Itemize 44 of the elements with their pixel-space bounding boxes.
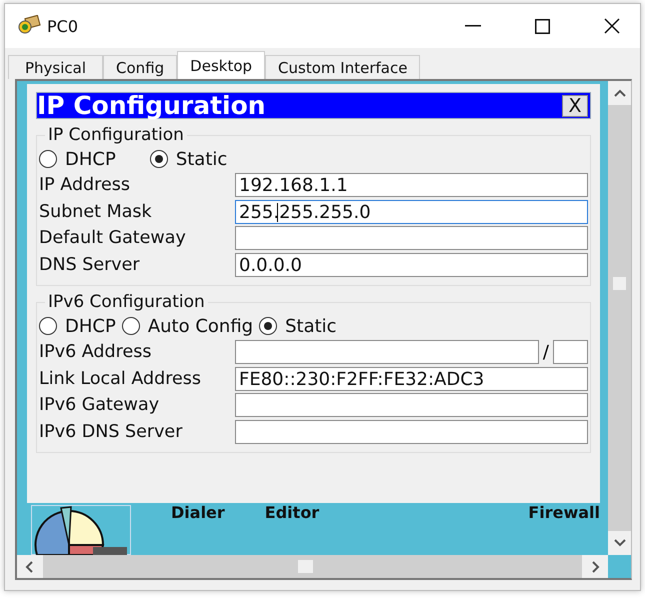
scroll-thumb[interactable] <box>298 560 313 573</box>
field-label: IPv6 DNS Server <box>39 422 184 442</box>
group-title: IPv6 Configuration <box>45 292 208 312</box>
field-label: DNS Server <box>39 254 141 275</box>
input-field[interactable]: 0.0.0.0 <box>235 252 588 277</box>
group-title: IP Configuration <box>45 125 187 145</box>
scroll-up-icon[interactable] <box>614 89 626 97</box>
input-field[interactable]: FE80::230:F2FF:FE32:ADC3 <box>235 366 588 391</box>
tab[interactable]: Custom Interface <box>265 55 420 79</box>
minimize-icon[interactable] <box>465 25 481 27</box>
close-button[interactable]: X <box>562 94 588 116</box>
dialog-title: IP Configuration <box>37 93 266 118</box>
scroll-right-icon[interactable] <box>592 560 600 572</box>
field-label: Default Gateway <box>39 228 187 248</box>
window-title: PC0 <box>47 16 78 36</box>
radio-option[interactable]: DHCP <box>39 148 116 170</box>
field-label: IPv6 Address <box>39 342 152 362</box>
separator-text: / <box>542 342 549 363</box>
maximize-icon[interactable] <box>535 18 550 34</box>
tab[interactable]: Config <box>103 55 178 79</box>
radio-option[interactable]: DHCP <box>39 316 116 336</box>
radio-option[interactable]: Auto Config <box>122 316 254 336</box>
scroll-left-icon[interactable] <box>25 560 33 572</box>
input-field[interactable] <box>235 420 588 444</box>
pie-chart-icon[interactable] <box>31 505 131 555</box>
field-label: Subnet Mask <box>39 202 153 222</box>
input-field[interactable] <box>235 226 588 250</box>
input-field[interactable]: 192.168.1.1 <box>235 173 588 198</box>
scroll-thumb[interactable] <box>613 277 626 290</box>
tab[interactable]: Physical <box>8 55 104 79</box>
field-label: IP Address <box>39 175 131 196</box>
close-icon[interactable] <box>604 18 620 34</box>
field-label: IPv6 Gateway <box>39 395 160 416</box>
tab[interactable]: Desktop <box>177 51 266 79</box>
input-field[interactable] <box>235 393 588 418</box>
scroll-down-icon[interactable] <box>614 539 626 547</box>
radio-option[interactable]: Static <box>259 316 337 336</box>
app-label[interactable]: Editor <box>264 503 320 522</box>
field-label: Link Local Address <box>39 368 202 389</box>
radio-option[interactable]: Static <box>150 148 228 170</box>
input-field[interactable] <box>235 340 539 364</box>
prefix-length-field[interactable] <box>553 340 588 364</box>
app-label[interactable]: Firewall <box>528 503 600 522</box>
app-label[interactable]: Dialer <box>171 503 225 522</box>
